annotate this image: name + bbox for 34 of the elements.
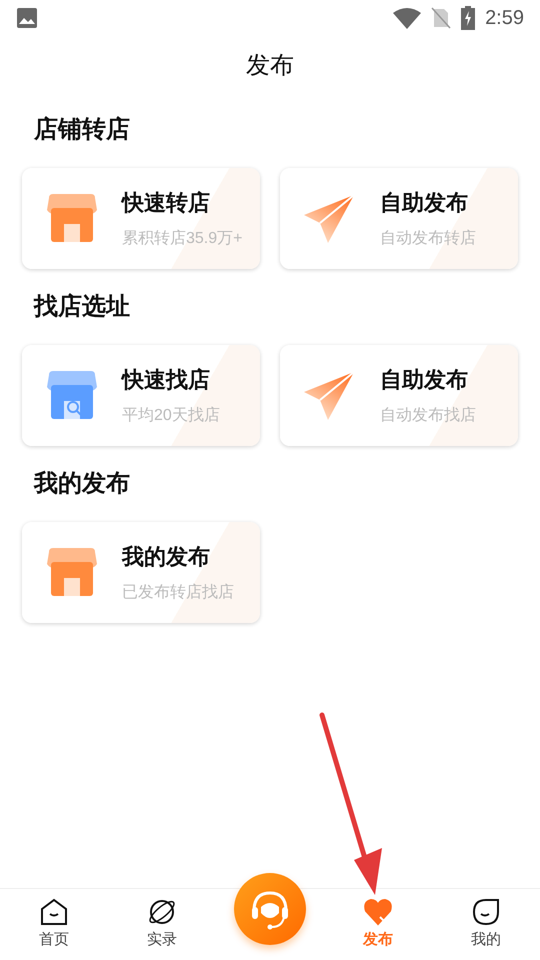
no-sim-icon xyxy=(431,7,452,29)
tab-item[interactable]: 首页 xyxy=(0,889,108,960)
shop-icon xyxy=(45,194,99,244)
tab-item[interactable]: 我的 xyxy=(432,889,540,960)
card-title: 自助发布 xyxy=(380,366,469,394)
card-title: 自助发布 xyxy=(380,189,469,217)
home-icon xyxy=(39,897,69,928)
section-heading: 店铺转店 xyxy=(32,115,131,145)
feature-card[interactable]: 自助发布 自动发布转店 xyxy=(280,168,518,269)
customer-service-button[interactable] xyxy=(234,873,306,945)
feature-card[interactable]: 快速找店 平均20天找店 xyxy=(22,345,260,446)
feature-card[interactable]: 快速转店 累积转店35.9万+ xyxy=(22,168,260,269)
card-subtitle: 自动发布转店 xyxy=(380,228,476,249)
page-title: 发布 xyxy=(246,51,294,81)
card-title: 快速找店 xyxy=(122,366,211,394)
section-heading: 我的发布 xyxy=(32,469,131,499)
section-heading: 找店选址 xyxy=(32,292,131,322)
card-title: 我的发布 xyxy=(122,543,211,571)
card-subtitle: 累积转店35.9万+ xyxy=(122,228,242,249)
shop-icon xyxy=(45,548,99,598)
wifi-icon xyxy=(393,7,422,29)
image-icon xyxy=(16,7,38,29)
heart-icon xyxy=(363,897,393,928)
face-icon xyxy=(471,897,501,928)
status-time: 2:59 xyxy=(485,6,524,31)
feature-card[interactable]: 自助发布 自动发布找店 xyxy=(280,345,518,446)
card-subtitle: 自动发布找店 xyxy=(380,406,476,426)
card-subtitle: 平均20天找店 xyxy=(122,406,220,426)
shop-search-icon xyxy=(45,370,99,420)
tab-item[interactable]: 实录 xyxy=(108,889,216,960)
card-title: 快速转店 xyxy=(122,189,211,217)
card-subtitle: 已发布转店找店 xyxy=(122,582,234,603)
feature-card[interactable]: 我的发布 已发布转店找店 xyxy=(22,522,260,623)
battery-charging-icon xyxy=(461,6,476,30)
